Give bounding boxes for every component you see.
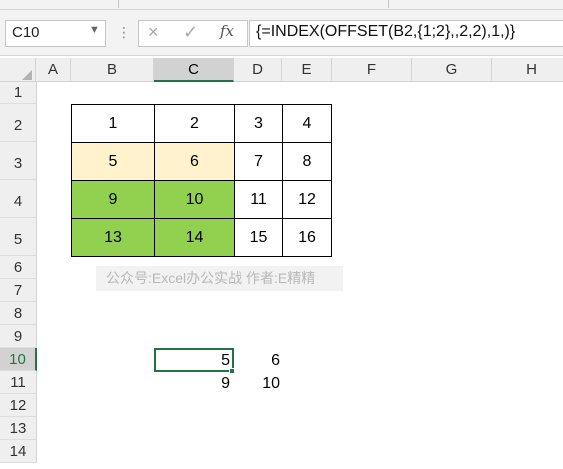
- column-header-d[interactable]: D: [234, 58, 282, 82]
- result-cell-c10: 5: [221, 352, 230, 369]
- table-cell-b5[interactable]: 13: [71, 218, 155, 257]
- row-header-12[interactable]: 12: [0, 394, 37, 417]
- table-cell-c4[interactable]: 10: [154, 180, 235, 219]
- table-cell-c3[interactable]: 6: [154, 142, 235, 181]
- table-cell-d5[interactable]: 15: [234, 218, 283, 257]
- ribbon-group-separator: [118, 0, 119, 8]
- table-cell-b2[interactable]: 1: [71, 104, 155, 143]
- formula-text: {=INDEX(OFFSET(B2,{1;2},,2,2),1,)}: [256, 23, 516, 40]
- table-cell-e4[interactable]: 12: [282, 180, 332, 219]
- table-cell-b3[interactable]: 5: [71, 142, 155, 181]
- chevron-down-icon[interactable]: ▼: [89, 24, 100, 36]
- row-header-4[interactable]: 4: [0, 180, 37, 218]
- column-header-c[interactable]: C: [154, 58, 234, 82]
- row-header-1[interactable]: 1: [0, 82, 37, 104]
- row-header-8[interactable]: 8: [0, 302, 37, 325]
- cancel-icon[interactable]: ×: [148, 22, 159, 43]
- column-header-f[interactable]: F: [332, 58, 412, 82]
- grip-dots-icon[interactable]: ⋮: [117, 24, 131, 41]
- result-cell-c11[interactable]: 9: [154, 372, 230, 395]
- watermark-text: 公众号:Excel办公实战 作者:E精精: [96, 266, 343, 291]
- row-header-6[interactable]: 6: [0, 256, 37, 279]
- table-cell-c2[interactable]: 2: [154, 104, 235, 143]
- column-header-h[interactable]: H: [492, 58, 563, 82]
- table-cell-e5[interactable]: 16: [282, 218, 332, 257]
- row-header-13[interactable]: 13: [0, 417, 37, 440]
- column-header-b[interactable]: B: [71, 58, 154, 82]
- row-header-2[interactable]: 2: [0, 104, 37, 142]
- row-header-11[interactable]: 11: [0, 371, 37, 394]
- result-cell-d10[interactable]: 6: [234, 349, 280, 372]
- column-header-g[interactable]: G: [412, 58, 492, 82]
- row-header-14[interactable]: 14: [0, 440, 37, 463]
- insert-function-icon[interactable]: fx: [220, 22, 234, 40]
- row-header-5[interactable]: 5: [0, 218, 37, 256]
- enter-check-icon[interactable]: ✓: [183, 22, 198, 43]
- table-cell-d3[interactable]: 7: [234, 142, 283, 181]
- row-header-7[interactable]: 7: [0, 279, 37, 302]
- name-box-value: C10: [12, 24, 40, 41]
- table-cell-b4[interactable]: 9: [71, 180, 155, 219]
- column-header-a[interactable]: A: [36, 58, 71, 82]
- result-cell-d11[interactable]: 10: [234, 372, 280, 395]
- table-cell-e2[interactable]: 4: [282, 104, 332, 143]
- table-cell-d2[interactable]: 3: [234, 104, 283, 143]
- row-header-3[interactable]: 3: [0, 142, 37, 180]
- table-cell-d4[interactable]: 11: [234, 180, 283, 219]
- table-cell-c5[interactable]: 14: [154, 218, 235, 257]
- select-all-triangle-icon: [22, 70, 32, 80]
- row-header-10[interactable]: 10: [0, 348, 37, 371]
- ribbon-bottom-edge: [0, 0, 563, 10]
- fill-handle[interactable]: [229, 368, 235, 374]
- row-header-9[interactable]: 9: [0, 325, 37, 348]
- column-header-e[interactable]: E: [282, 58, 332, 82]
- table-cell-e3[interactable]: 8: [282, 142, 332, 181]
- ribbon-group-separator: [388, 0, 389, 8]
